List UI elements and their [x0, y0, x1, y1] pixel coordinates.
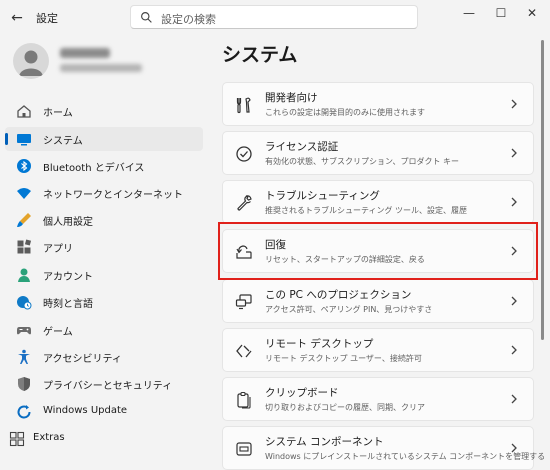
- user-icon: [19, 50, 43, 76]
- sidebar-item-label: プライバシーとセキュリティ: [43, 381, 173, 392]
- sidebar-item-accounts[interactable]: アカウント: [5, 263, 203, 287]
- card-title: 開発者向け: [265, 92, 318, 104]
- card-title: システム コンポーネント: [265, 436, 384, 448]
- wrench-icon: [237, 195, 252, 211]
- red-highlight-box: [218, 222, 538, 280]
- close-icon[interactable]: ✕: [522, 6, 542, 20]
- extras-icon: [9, 431, 25, 447]
- profile-name-blurred: [60, 48, 110, 58]
- clipboard-icon: [237, 391, 251, 409]
- brush-icon: [17, 213, 31, 227]
- globe-clock-icon: [17, 296, 32, 310]
- sidebar-item-personalization[interactable]: 個人用設定: [5, 208, 203, 232]
- chevron-right-icon: [511, 99, 517, 109]
- check-circle-icon: [236, 146, 252, 162]
- system-icon: [17, 134, 31, 146]
- developer-tools-icon: [236, 97, 251, 114]
- card-projection[interactable]: この PC へのプロジェクション アクセス許可、ペアリング PIN、見つけやすさ: [222, 279, 534, 323]
- sidebar-item-label: システム: [43, 136, 83, 147]
- sidebar-item-label: Extras: [33, 432, 65, 443]
- scrollbar-thumb[interactable]: [541, 40, 544, 340]
- card-title: リモート デスクトップ: [265, 338, 374, 350]
- sidebar-item-accessibility[interactable]: アクセシビリティ: [5, 345, 203, 369]
- card-title: クリップボード: [265, 387, 339, 399]
- card-developer[interactable]: 開発者向け これらの設定は開発目的のみに使用されます: [222, 82, 534, 126]
- chevron-right-icon: [511, 148, 517, 158]
- page-title: システム: [222, 44, 298, 66]
- sidebar-item-label: アプリ: [43, 244, 73, 255]
- accessibility-icon: [18, 349, 30, 364]
- bluetooth-icon: [17, 159, 31, 173]
- profile-email-blurred: [60, 64, 142, 72]
- sidebar-item-home[interactable]: ホーム: [5, 99, 203, 123]
- apps-icon: [17, 239, 32, 254]
- chevron-right-icon: [511, 443, 517, 453]
- components-icon: [236, 442, 252, 456]
- maximize-icon[interactable]: ☐: [491, 6, 511, 20]
- card-title: この PC へのプロジェクション: [265, 289, 412, 301]
- sidebar-item-label: 個人用設定: [43, 217, 93, 228]
- account-icon: [18, 268, 30, 282]
- update-icon: [17, 405, 31, 419]
- gamepad-icon: [17, 327, 31, 335]
- search-icon: [141, 12, 152, 23]
- sidebar-item-label: Windows Update: [43, 405, 128, 416]
- card-subtitle: Windows にプレインストールされているシステム コンポーネントを管理する: [265, 452, 546, 461]
- chevron-right-icon: [511, 394, 517, 404]
- card-subtitle: これらの設定は開発目的のみに使用されます: [265, 108, 425, 117]
- card-subtitle: アクセス許可、ペアリング PIN、見つけやすさ: [265, 305, 433, 314]
- chevron-right-icon: [511, 345, 517, 355]
- card-remote-desktop[interactable]: リモート デスクトップ リモート デスクトップ ユーザー、接続許可: [222, 328, 534, 372]
- sidebar-item-extras[interactable]: Extras: [5, 427, 203, 451]
- sidebar-item-time-language[interactable]: 時刻と言語: [5, 290, 203, 314]
- card-subtitle: 有効化の状態、サブスクリプション、プロダクト キー: [265, 157, 460, 166]
- sidebar-item-windows-update[interactable]: Windows Update: [5, 400, 203, 424]
- card-activation[interactable]: ライセンス認証 有効化の状態、サブスクリプション、プロダクト キー: [222, 131, 534, 175]
- sidebar-item-label: Bluetooth とデバイス: [43, 163, 145, 174]
- wifi-icon: [17, 188, 31, 199]
- sidebar-item-label: アカウント: [43, 272, 93, 283]
- card-title: ライセンス認証: [265, 141, 339, 153]
- card-subtitle: 切り取りおよびコピーの履歴、同期、クリア: [265, 403, 425, 412]
- sidebar-item-system[interactable]: システム: [5, 127, 203, 151]
- sidebar-item-label: ホーム: [43, 108, 73, 119]
- sidebar-item-privacy[interactable]: プライバシーとセキュリティ: [5, 372, 203, 396]
- search-placeholder: 設定の検索: [161, 13, 216, 26]
- avatar[interactable]: [13, 43, 49, 79]
- active-indicator: [5, 133, 8, 145]
- sidebar-item-label: 時刻と言語: [43, 299, 93, 310]
- card-system-components[interactable]: システム コンポーネント Windows にプレインストールされているシステム …: [222, 426, 545, 470]
- app-title: 設定: [36, 12, 58, 25]
- sidebar-item-apps[interactable]: アプリ: [5, 235, 203, 259]
- chevron-right-icon: [511, 296, 517, 306]
- shield-icon: [18, 377, 30, 391]
- sidebar-item-label: ネットワークとインターネット: [43, 190, 183, 201]
- back-arrow-icon[interactable]: ←: [8, 9, 26, 27]
- home-icon: [17, 105, 31, 118]
- sidebar-item-label: アクセシビリティ: [43, 354, 122, 365]
- sidebar-item-label: ゲーム: [43, 327, 73, 338]
- projection-icon: [235, 294, 252, 310]
- chevron-right-icon: [511, 197, 517, 207]
- minimize-icon[interactable]: —: [459, 6, 479, 20]
- card-title: トラブルシューティング: [265, 190, 380, 202]
- card-troubleshoot[interactable]: トラブルシューティング 推奨されるトラブルシューティング ツール、設定、履歴: [222, 180, 534, 224]
- card-subtitle: リモート デスクトップ ユーザー、接続許可: [265, 354, 422, 363]
- search-input[interactable]: 設定の検索: [130, 5, 418, 29]
- sidebar-item-gaming[interactable]: ゲーム: [5, 318, 203, 342]
- sidebar-item-bluetooth[interactable]: Bluetooth とデバイス: [5, 154, 203, 178]
- remote-desktop-icon: [236, 344, 252, 358]
- card-clipboard[interactable]: クリップボード 切り取りおよびコピーの履歴、同期、クリア: [222, 377, 534, 421]
- sidebar-item-network[interactable]: ネットワークとインターネット: [5, 181, 203, 205]
- title-bar: ← 設定 設定の検索 — ☐ ✕: [0, 0, 550, 36]
- card-subtitle: 推奨されるトラブルシューティング ツール、設定、履歴: [265, 206, 468, 215]
